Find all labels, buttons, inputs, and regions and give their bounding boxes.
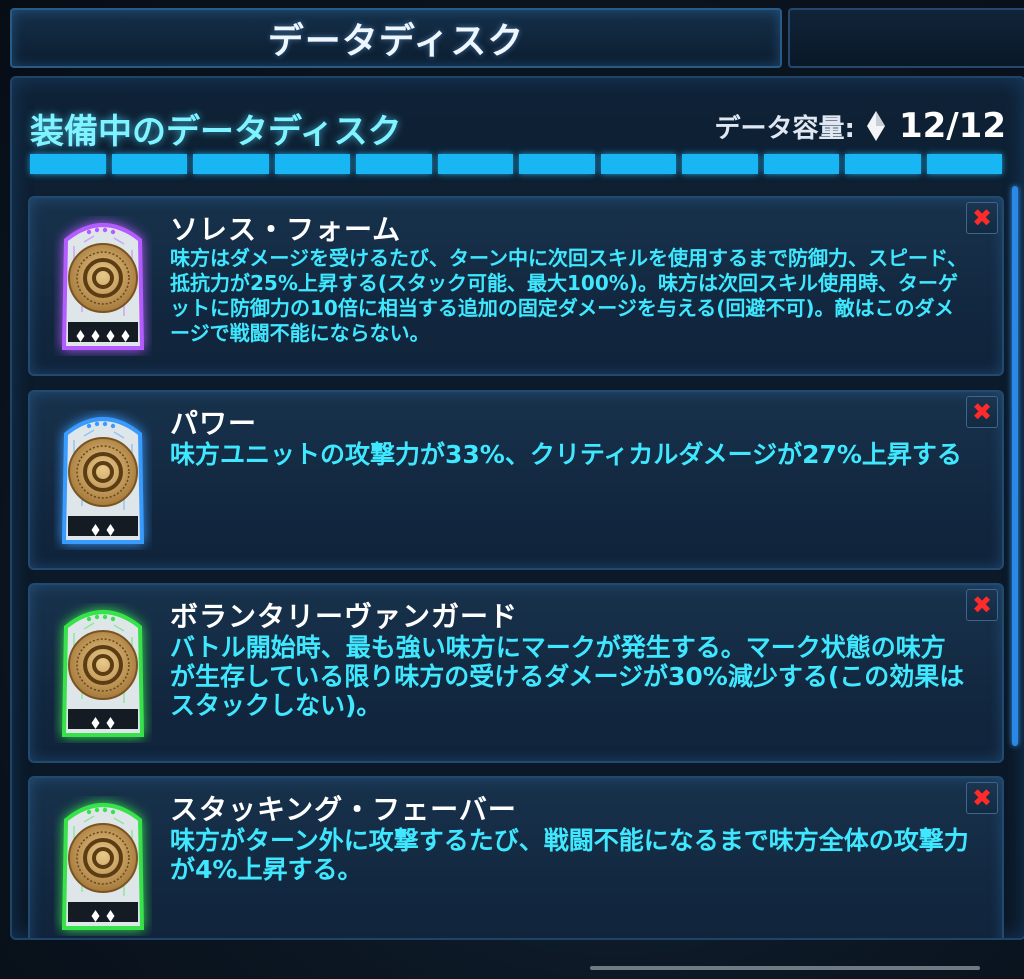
disk-name: ボランタリーヴァンガード	[170, 600, 519, 633]
panel-title: 装備中のデータディスク	[30, 112, 402, 152]
remove-disk-button[interactable]: ✖	[966, 589, 998, 621]
equipped-disks-panel: 装備中のデータディスク データ容量: 12/12 ソレス・フォーム 味方はダメー…	[10, 76, 1024, 940]
capacity-segment	[356, 154, 432, 174]
capacity-segment	[600, 154, 676, 174]
tab-data-disk[interactable]: データディスク	[10, 8, 782, 68]
capacity-segment	[845, 154, 921, 174]
disk-description: バトル開始時、最も強い味方にマークが発生する。マーク状態の味方が生存している限り…	[170, 633, 965, 720]
capacity-segment	[274, 154, 350, 174]
capacity-segment	[30, 154, 106, 174]
disk-card[interactable]: スタッキング・フェーバー 味方がターン外に攻撃するたび、戦闘不能になるまで味方全…	[28, 776, 1004, 938]
diamond-icon	[866, 111, 885, 141]
remove-disk-button[interactable]: ✖	[966, 782, 998, 814]
disk-card[interactable]: ソレス・フォーム 味方はダメージを受けるたび、ターン中に次回スキルを使用するまで…	[28, 196, 1004, 376]
close-icon: ✖	[971, 398, 993, 426]
data-disk-icon	[54, 796, 152, 936]
close-icon: ✖	[971, 784, 993, 812]
data-disk-icon	[54, 603, 152, 743]
capacity-segment	[193, 154, 269, 174]
capacity-segment	[926, 154, 1002, 174]
scrollbar[interactable]	[1012, 186, 1018, 746]
disk-description: 味方ユニットの攻撃力が33%、クリティカルダメージが27%上昇する	[170, 440, 962, 469]
close-icon: ✖	[971, 591, 993, 619]
home-indicator	[590, 966, 980, 970]
capacity-segment	[111, 154, 187, 174]
capacity-display: データ容量: 12/12	[715, 106, 1006, 146]
disk-card[interactable]: パワー 味方ユニットの攻撃力が33%、クリティカルダメージが27%上昇する ✖	[28, 390, 1004, 570]
remove-disk-button[interactable]: ✖	[966, 396, 998, 428]
data-disk-icon	[54, 216, 152, 356]
capacity-segment	[437, 154, 513, 174]
disk-name: ソレス・フォーム	[170, 213, 402, 246]
capacity-value: 12/12	[898, 106, 1006, 146]
disk-name: スタッキング・フェーバー	[170, 793, 517, 826]
capacity-bar	[30, 154, 1002, 174]
capacity-segment	[682, 154, 758, 174]
disk-name: パワー	[170, 407, 258, 440]
remove-disk-button[interactable]: ✖	[966, 202, 998, 234]
disk-description: 味方はダメージを受けるたび、ターン中に次回スキルを使用するまで防御力、スピード、…	[170, 246, 968, 345]
disk-description: 味方がターン外に攻撃するたび、戦闘不能になるまで味方全体の攻撃力が4%上昇する。	[170, 826, 969, 884]
capacity-segment	[763, 154, 839, 174]
close-icon: ✖	[971, 204, 993, 232]
capacity-label: データ容量:	[714, 113, 855, 144]
data-disk-icon	[54, 410, 152, 550]
capacity-segment	[519, 154, 595, 174]
tab-title: データディスク	[267, 21, 525, 62]
disk-card[interactable]: ボランタリーヴァンガード バトル開始時、最も強い味方にマークが発生する。マーク状…	[28, 583, 1004, 763]
tab-secondary[interactable]	[788, 8, 1024, 68]
